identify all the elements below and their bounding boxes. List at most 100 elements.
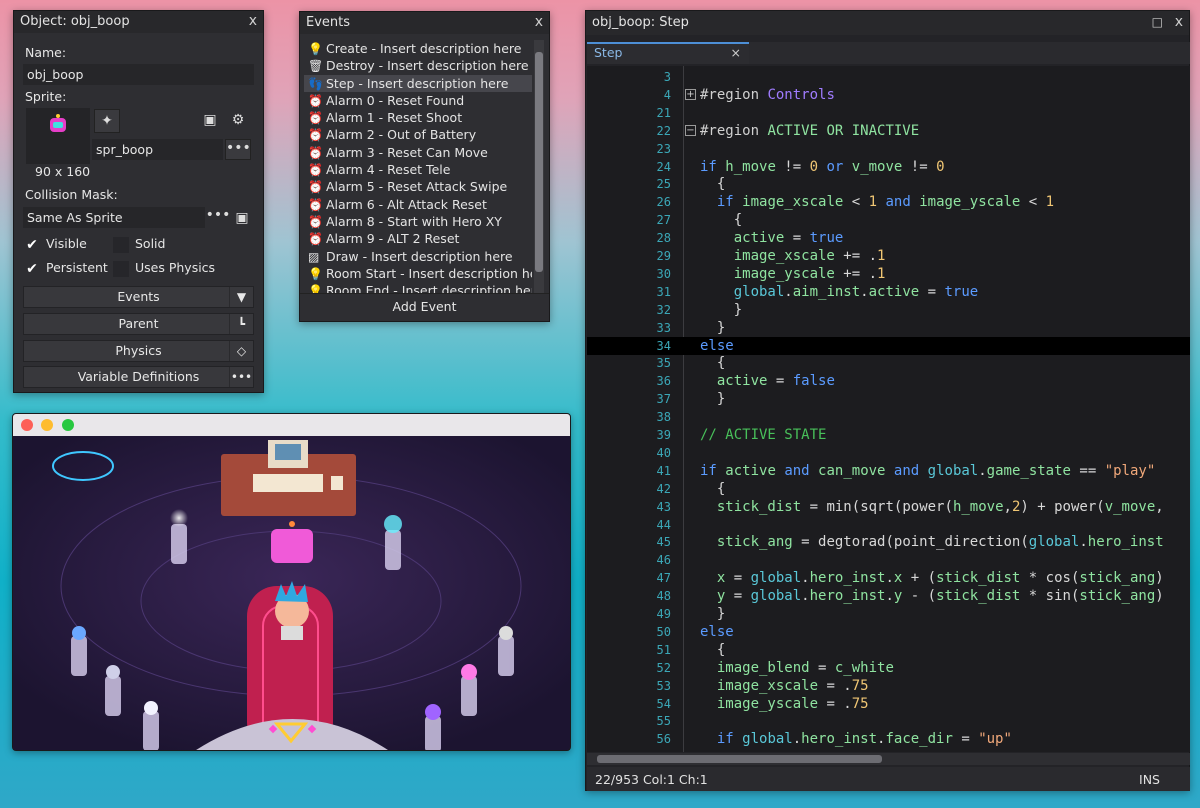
code-line[interactable]: 45 stick_ang = degtorad(point_direction(…	[587, 533, 1190, 551]
code-line[interactable]: 46	[587, 551, 1190, 569]
code-line[interactable]: 41 if active and can_move and global.game…	[587, 462, 1190, 480]
code-line[interactable]: 30 image_yscale += .1	[587, 265, 1190, 283]
code-text: y = global.hero_inst.y - (stick_dist * s…	[716, 588, 1164, 605]
uses-physics-checkbox[interactable]: Uses Physics	[113, 260, 215, 277]
tab-close-icon[interactable]: ×	[731, 45, 741, 60]
code-line[interactable]: 28 active = true	[587, 229, 1190, 247]
code-line[interactable]: 31 global.aim_inst.active = true	[587, 283, 1190, 301]
code-line[interactable]: 39 // ACTIVE STATE	[587, 426, 1190, 444]
event-create[interactable]: 💡 Create - Insert description here	[304, 40, 532, 57]
code-line[interactable]: 24 if h_move != 0 or v_move != 0	[587, 158, 1190, 176]
more-icon: •••	[229, 367, 253, 387]
code-line[interactable]: 54 image_yscale = .75	[587, 695, 1190, 713]
code-line[interactable]: 34 else	[587, 336, 1190, 355]
code-window-titlebar[interactable]: obj_boop: Step □ x	[586, 11, 1189, 35]
code-line[interactable]: 36 active = false	[587, 372, 1190, 390]
close-icon[interactable]: x	[249, 13, 257, 29]
code-line[interactable]: 27 {	[587, 211, 1190, 229]
event-alarm-8[interactable]: ⏰ Alarm 8 - Start with Hero XY	[304, 213, 532, 230]
collision-mask-field[interactable]: Same As Sprite	[23, 207, 205, 228]
code-line[interactable]: 21	[587, 104, 1190, 122]
game-scene	[13, 436, 570, 750]
cursor-position: 22/953 Col:1 Ch:1	[595, 772, 708, 787]
events-button[interactable]: Events ▼	[23, 286, 254, 308]
picture-icon: ▨	[308, 249, 320, 264]
event-draw[interactable]: ▨ Draw - Insert description here	[304, 248, 532, 265]
visible-checkbox[interactable]: ✔ Visible	[24, 236, 87, 253]
sprite-preview[interactable]	[26, 108, 90, 164]
event-alarm-1[interactable]: ⏰ Alarm 1 - Reset Shoot	[304, 109, 532, 126]
code-line[interactable]: 4 + #region Controls	[587, 86, 1190, 104]
scrollbar-thumb[interactable]	[597, 755, 882, 763]
code-text: stick_ang = degtorad(point_direction(glo…	[716, 534, 1164, 551]
code-line[interactable]: 23	[587, 140, 1190, 158]
new-sprite-icon[interactable]: ✦	[94, 109, 120, 133]
event-alarm-9[interactable]: ⏰ Alarm 9 - ALT 2 Reset	[304, 230, 532, 247]
code-area[interactable]: 3 4 + #region Controls 21 22− #region ACTIVE O…	[587, 66, 1190, 752]
code-line[interactable]: 38	[587, 408, 1190, 426]
sprite-browse-button[interactable]: •••	[225, 139, 251, 160]
add-event-button[interactable]: Add Event	[300, 293, 549, 321]
scrollbar-thumb[interactable]	[535, 52, 543, 272]
code-line[interactable]: 35 {	[587, 354, 1190, 372]
event-alarm-5[interactable]: ⏰ Alarm 5 - Reset Attack Swipe	[304, 178, 532, 195]
events-scrollbar[interactable]	[534, 40, 544, 294]
parent-button[interactable]: Parent ┗	[23, 313, 254, 335]
code-line[interactable]: 48 y = global.hero_inst.y - (stick_dist …	[587, 587, 1190, 605]
maximize-dot-icon[interactable]	[62, 419, 74, 431]
close-icon[interactable]: x	[535, 14, 543, 30]
physics-button[interactable]: Physics ◇	[23, 340, 254, 362]
event-destroy[interactable]: 🗑 Destroy - Insert description here	[304, 57, 532, 74]
edit-sprite-icon[interactable]: ⚙	[225, 109, 251, 133]
sprite-name-field[interactable]: spr_boop	[92, 139, 223, 160]
code-line[interactable]: 52 image_blend = c_white	[587, 659, 1190, 677]
code-line[interactable]: 51 {	[587, 641, 1190, 659]
collapse-icon[interactable]: −	[685, 124, 696, 136]
solid-checkbox[interactable]: Solid	[113, 236, 165, 253]
code-line[interactable]: 47 x = global.hero_inst.x + (stick_dist …	[587, 569, 1190, 587]
code-line[interactable]: 49 }	[587, 605, 1190, 623]
tab-step[interactable]: Step ×	[587, 42, 749, 64]
horizontal-scrollbar[interactable]	[587, 753, 1190, 765]
code-line[interactable]: 44	[587, 516, 1190, 534]
minimize-dot-icon[interactable]	[41, 419, 53, 431]
code-line[interactable]: 29 image_xscale += .1	[587, 247, 1190, 265]
close-dot-icon[interactable]	[21, 419, 33, 431]
collision-image-icon[interactable]: ▣	[229, 207, 255, 228]
event-alarm-3[interactable]: ⏰ Alarm 3 - Reset Can Move	[304, 144, 532, 161]
code-line[interactable]: 43 stick_dist = min(sqrt(power(h_move,2)…	[587, 498, 1190, 516]
event-step[interactable]: 👣 Step - Insert description here	[304, 74, 532, 92]
events-window-titlebar[interactable]: Events x	[300, 12, 549, 34]
code-line[interactable]: 22 − #region ACTIVE OR INACTIVE	[587, 122, 1190, 140]
code-line[interactable]: 25 {	[587, 175, 1190, 193]
maximize-icon[interactable]: □	[1152, 15, 1163, 29]
object-window-titlebar[interactable]: Object: obj_boop x	[14, 11, 263, 33]
code-tab-bar: Step ×	[587, 42, 1190, 64]
name-field[interactable]: obj_boop	[23, 64, 254, 85]
line-number: 26	[656, 195, 671, 210]
event-alarm-6[interactable]: ⏰ Alarm 6 - Alt Attack Reset	[304, 196, 532, 213]
code-line[interactable]: 55	[587, 712, 1190, 730]
code-line[interactable]: 56 if global.hero_inst.face_dir = "up"	[587, 730, 1190, 748]
code-line[interactable]: 26 if image_xscale < 1 and image_yscale …	[587, 193, 1190, 211]
game-window-titlebar[interactable]	[13, 414, 570, 436]
event-alarm-4[interactable]: ⏰ Alarm 4 - Reset Tele	[304, 161, 532, 178]
event-alarm-2[interactable]: ⏰ Alarm 2 - Out of Battery	[304, 126, 532, 143]
code-line[interactable]: 32 }	[587, 301, 1190, 319]
code-line[interactable]: 37 }	[587, 390, 1190, 408]
code-line[interactable]: 53 image_xscale = .75	[587, 677, 1190, 695]
event-alarm-0[interactable]: ⏰ Alarm 0 - Reset Found	[304, 92, 532, 109]
code-line[interactable]: 40	[587, 444, 1190, 462]
variable-definitions-button[interactable]: Variable Definitions •••	[23, 366, 254, 388]
code-line[interactable]: 3	[587, 68, 1190, 86]
image-icon[interactable]: ▣	[197, 109, 223, 133]
event-room-start[interactable]: 💡 Room Start - Insert description he	[304, 265, 532, 282]
persistent-checkbox[interactable]: ✔ Persistent	[24, 260, 108, 277]
expand-icon[interactable]: +	[685, 88, 696, 100]
code-line[interactable]: 42 {	[587, 480, 1190, 498]
line-number: 22	[656, 123, 671, 138]
code-line[interactable]: 33 }	[587, 319, 1190, 337]
close-icon[interactable]: x	[1175, 14, 1183, 30]
collision-browse-button[interactable]: •••	[205, 207, 231, 228]
code-line[interactable]: 50 else	[587, 623, 1190, 641]
